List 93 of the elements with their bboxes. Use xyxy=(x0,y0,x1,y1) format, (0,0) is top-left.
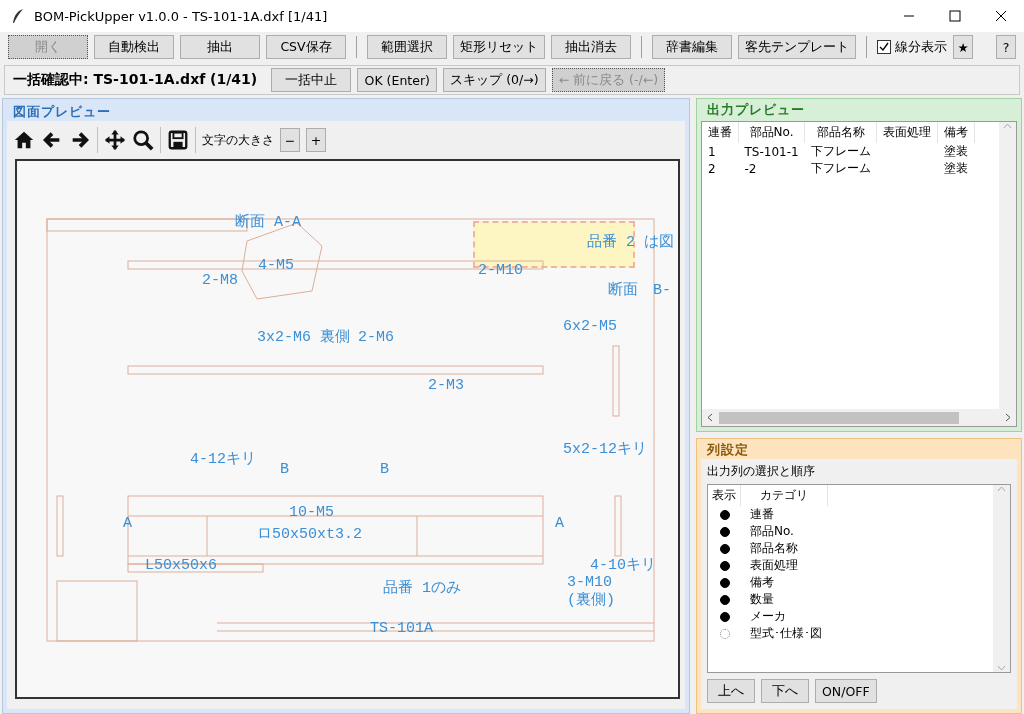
drawing-label: B xyxy=(380,462,389,478)
drawing-label: 10-M5 xyxy=(289,505,334,521)
category-item[interactable]: 部品No. xyxy=(750,523,794,540)
table-cell: 1 xyxy=(708,144,716,159)
drawing-label: ロ50x50xt3.2 xyxy=(257,527,362,543)
vertical-scrollbar[interactable] xyxy=(999,122,1016,409)
category-item[interactable]: 型式･仕様･図 xyxy=(750,625,822,642)
toggle-indicator[interactable] xyxy=(720,628,730,639)
list-button[interactable]: ON/OFF xyxy=(815,679,877,703)
drawing-label: 5x2-12キリ xyxy=(563,442,647,458)
column-header[interactable]: 表示 xyxy=(708,485,741,506)
drawing-label: 2-M6 xyxy=(358,330,394,346)
category-item[interactable]: 備考 xyxy=(750,574,774,591)
save-icon[interactable] xyxy=(167,129,189,151)
font-size-button[interactable]: − xyxy=(280,128,300,152)
table-cell: 塗装 xyxy=(943,161,968,175)
toggle-indicator[interactable] xyxy=(720,509,730,520)
drawing-label: 3-M10 xyxy=(567,575,612,591)
toggle-indicator[interactable] xyxy=(720,526,730,537)
toggle-indicator[interactable] xyxy=(720,594,730,605)
column-header[interactable]: 部品名称 xyxy=(804,122,877,143)
checkmark-icon xyxy=(879,42,889,52)
toggle-indicator[interactable] xyxy=(720,560,730,571)
scroll-left-icon[interactable] xyxy=(706,413,715,422)
drawing-label: 断面 A-A xyxy=(235,215,301,231)
table-cell: -2 xyxy=(744,161,757,176)
home-icon[interactable] xyxy=(13,129,35,151)
drawing-label: 6x2-M5 xyxy=(563,319,617,335)
list-button[interactable]: 上へ xyxy=(707,679,755,703)
maximize-icon[interactable] xyxy=(949,10,961,22)
category-item[interactable]: 連番 xyxy=(750,506,774,523)
column-header[interactable]: カテゴリ xyxy=(741,485,828,506)
group-title: 出力列の選択と順序 xyxy=(707,463,816,480)
column-header[interactable]: 連番 xyxy=(702,122,739,143)
drawing-label: 断面 B- xyxy=(608,283,671,299)
drawing-label: B xyxy=(280,462,289,478)
batch-button[interactable]: 一括中止 xyxy=(271,68,352,92)
toolbar-button[interactable]: 辞書編集 xyxy=(652,35,732,59)
drawing-label: 2-M10 xyxy=(478,263,523,279)
table-cell: TS-101-1 xyxy=(744,144,799,159)
window-title: BOM-PickUpper v1.0.0 - TS-101-1A.dxf [1/41] xyxy=(34,8,329,24)
column-header[interactable]: 部品No. xyxy=(738,122,805,143)
drawing-label: 3x2-M6 裏側 xyxy=(257,330,350,346)
table-cell: 2 xyxy=(708,161,716,176)
search-icon[interactable] xyxy=(132,129,154,151)
toolbar-button[interactable]: 抽出消去 xyxy=(551,35,631,59)
close-icon[interactable] xyxy=(995,10,1007,22)
feather-icon xyxy=(10,8,26,24)
drawing-label: L50x50x6 xyxy=(145,558,217,574)
toolbar-button[interactable]: 自動検出 xyxy=(94,35,174,59)
table-cell: 下フレーム xyxy=(810,161,871,175)
panel-title: 図面プレビュー xyxy=(12,103,112,121)
drawing-label: TS-101A xyxy=(370,621,433,637)
toggle-indicator[interactable] xyxy=(720,611,730,622)
batch-status: 一括確認中: TS-101-1A.dxf (1/41) xyxy=(13,71,258,89)
drawing-label: 4-10キリ xyxy=(590,558,656,574)
drawing-label: 2-M8 xyxy=(202,273,238,289)
category-item[interactable]: メーカ xyxy=(750,608,786,625)
batch-button[interactable]: OK (Enter) xyxy=(357,68,438,92)
drawing-label: 2-M3 xyxy=(428,378,464,394)
list-button[interactable]: 下へ xyxy=(761,679,809,703)
drawing-label: 4-12キリ xyxy=(190,452,256,468)
toolbar-button[interactable]: 矩形リセット xyxy=(453,35,545,59)
help-button[interactable]: ? xyxy=(996,35,1016,59)
toggle-indicator[interactable] xyxy=(720,577,730,588)
toolbar-button[interactable]: 客先テンプレート xyxy=(738,35,856,59)
category-item[interactable]: 表面処理 xyxy=(750,557,798,574)
panel-title: 出力プレビュー xyxy=(706,101,806,119)
toolbar-button[interactable]: CSV保存 xyxy=(266,35,346,59)
batch-button[interactable]: スキップ (0/→) xyxy=(443,68,546,92)
toolbar-button[interactable]: 抽出 xyxy=(180,35,260,59)
drawing-label: 品番 1のみ xyxy=(383,581,461,597)
font-size-button[interactable]: + xyxy=(306,128,326,152)
table-cell: 下フレーム xyxy=(810,144,871,158)
panel-title: 列設定 xyxy=(706,441,750,459)
line-display-checkbox[interactable]: 線分表示 xyxy=(877,38,947,56)
category-item[interactable]: 数量 xyxy=(750,591,774,608)
drawing-label: A xyxy=(555,516,564,532)
category-item[interactable]: 部品名称 xyxy=(750,540,798,557)
horizontal-scrollbar[interactable] xyxy=(702,409,1016,426)
move-arrows-icon[interactable] xyxy=(104,129,126,151)
toggle-indicator[interactable] xyxy=(720,543,730,554)
scroll-right-icon[interactable] xyxy=(1003,413,1012,422)
drawing-label: 品番 2 は図 xyxy=(587,235,674,251)
drawing-label: 4-M5 xyxy=(258,258,294,274)
toolbar-button[interactable]: ★ xyxy=(953,35,973,59)
drawing-label: (裏側) xyxy=(567,593,615,609)
font-size-label: 文字の大きさ xyxy=(202,131,274,149)
toolbar-button[interactable]: 範囲選択 xyxy=(367,35,447,59)
drawing-label: A xyxy=(123,516,132,532)
column-header[interactable]: 表面処理 xyxy=(876,122,938,143)
table-cell: 塗装 xyxy=(943,144,968,158)
column-header[interactable]: 備考 xyxy=(937,122,975,143)
